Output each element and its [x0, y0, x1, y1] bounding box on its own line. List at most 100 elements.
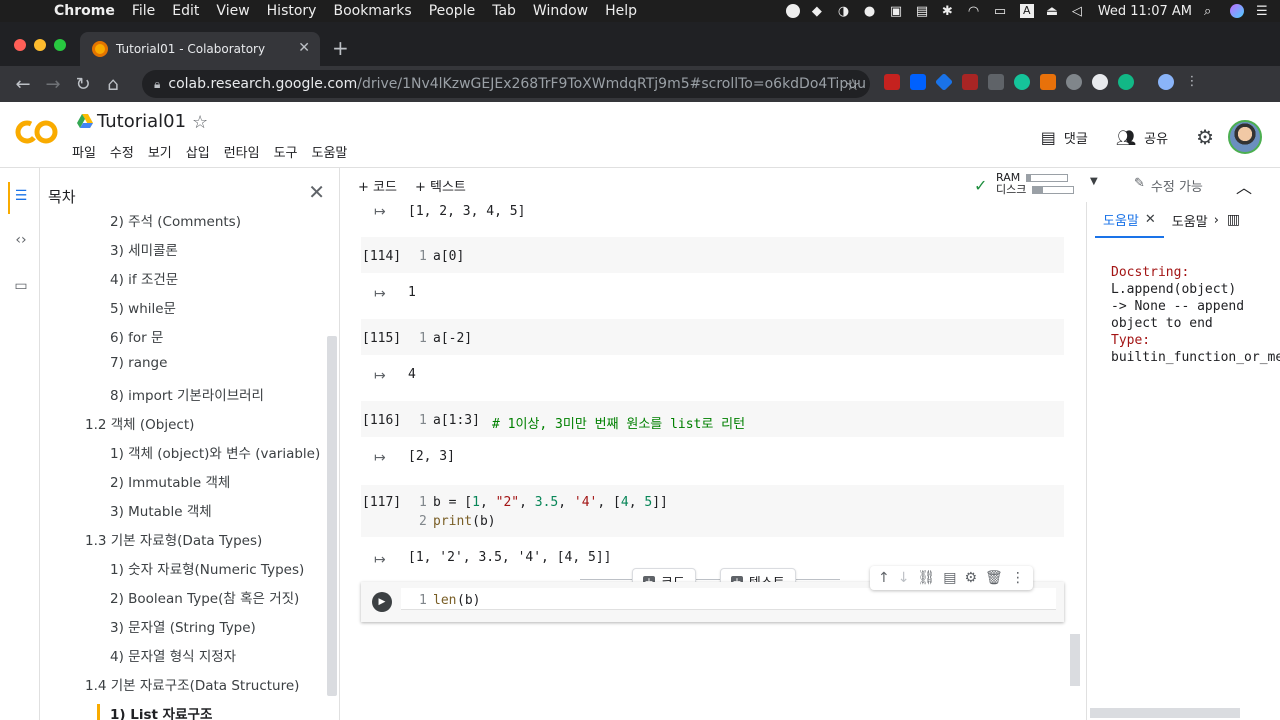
- secure-lock-icon[interactable]: 🔒︎: [154, 77, 160, 92]
- toc-item[interactable]: 4) if 조건문: [110, 268, 178, 288]
- collapse-header-icon[interactable]: ︿: [1236, 174, 1252, 198]
- menu-file-ko[interactable]: 파일: [72, 142, 96, 161]
- notification-center-icon[interactable]: ☰: [1256, 4, 1270, 19]
- toc-item[interactable]: 1) 숫자 자료형(Numeric Types): [110, 558, 304, 578]
- toc-item[interactable]: 3) 문자열 (String Type): [110, 616, 256, 636]
- extension-blue-icon[interactable]: [934, 72, 954, 92]
- notebook-title[interactable]: Tutorial01: [97, 111, 186, 132]
- spotlight-icon[interactable]: ⌕: [1204, 4, 1218, 19]
- toc-item[interactable]: 2) Immutable 객체: [110, 471, 230, 491]
- cell-code[interactable]: a[0]: [433, 249, 464, 264]
- menu-view[interactable]: View: [216, 3, 249, 19]
- menu-help-ko[interactable]: 도움말: [312, 142, 348, 161]
- cell-code-fn[interactable]: len: [433, 593, 456, 608]
- toc-section[interactable]: 1.3 기본 자료형(Data Types): [85, 529, 262, 549]
- star-icon[interactable]: ☆: [192, 112, 208, 133]
- toc-item[interactable]: 8) import 기본라이브러리: [110, 384, 264, 404]
- resources-dropdown-icon[interactable]: ▼: [1090, 176, 1098, 187]
- cell-code[interactable]: a[1:3]: [433, 413, 480, 428]
- move-up-icon[interactable]: ↑: [878, 570, 890, 586]
- toc-list-icon[interactable]: ☰: [12, 188, 30, 206]
- menu-tools-ko[interactable]: 도구: [274, 142, 298, 161]
- menu-view-ko[interactable]: 보기: [148, 142, 172, 161]
- toc-item[interactable]: 3) Mutable 객체: [110, 500, 212, 520]
- toc-item[interactable]: 3) 세미콜론: [110, 239, 178, 259]
- tab-close-icon[interactable]: ✕: [298, 40, 310, 56]
- run-cell-button[interactable]: ▶: [372, 592, 392, 612]
- share-button[interactable]: 👥︎ 공유: [1116, 128, 1168, 147]
- notification-icon[interactable]: ●: [864, 4, 878, 19]
- profile-avatar-icon[interactable]: [1158, 74, 1174, 90]
- more-options-icon[interactable]: ⋮: [1011, 570, 1025, 586]
- extension-dropbox-icon[interactable]: [910, 74, 926, 90]
- record-icon[interactable]: [785, 4, 800, 18]
- eject-icon[interactable]: ⏏: [1046, 4, 1060, 19]
- code-cell[interactable]: [361, 237, 1064, 273]
- toc-item[interactable]: 4) 문자열 형식 지정자: [110, 645, 236, 665]
- tab-scroll-right-icon[interactable]: ›: [1214, 213, 1219, 228]
- volume-icon[interactable]: ◁: [1072, 4, 1086, 19]
- code-snippets-icon[interactable]: ‹›: [12, 232, 30, 250]
- editing-mode-button[interactable]: ✎ 수정 가능: [1134, 176, 1203, 195]
- extension-green-icon[interactable]: [1118, 74, 1134, 90]
- image-capture-icon[interactable]: ▣: [890, 4, 904, 19]
- menu-people[interactable]: People: [429, 3, 476, 19]
- siri-icon[interactable]: [1230, 4, 1244, 18]
- toc-item[interactable]: 2) 주석 (Comments): [110, 210, 241, 230]
- tab-help[interactable]: 도움말 ›: [1164, 202, 1227, 238]
- extension-screenshot-icon[interactable]: [962, 74, 978, 90]
- toc-item[interactable]: 2) Boolean Type(참 혹은 거짓): [110, 587, 299, 607]
- menu-edit[interactable]: Edit: [172, 3, 199, 19]
- resource-monitor[interactable]: RAM 디스크: [996, 172, 1075, 196]
- menu-history[interactable]: History: [267, 3, 317, 19]
- comment-icon[interactable]: ▤: [943, 570, 956, 586]
- window-close-button[interactable]: [14, 39, 26, 51]
- chrome-menu-icon[interactable]: ⋮: [1184, 74, 1200, 90]
- extension-orange-icon[interactable]: [1040, 74, 1056, 90]
- sync-icon[interactable]: ◑: [838, 4, 852, 19]
- input-source-icon[interactable]: A: [1019, 4, 1034, 18]
- menu-runtime-ko[interactable]: 런타임: [224, 142, 260, 161]
- airplay-icon[interactable]: ▭: [994, 4, 1008, 19]
- files-folder-icon[interactable]: ▭: [12, 278, 30, 296]
- toc-item[interactable]: 1) 객체 (object)와 변수 (variable): [110, 442, 320, 462]
- reload-icon[interactable]: ↻: [68, 74, 98, 95]
- comment-button[interactable]: ▤ 댓글: [1041, 128, 1088, 147]
- settings-gear-icon[interactable]: ⚙: [1196, 125, 1214, 149]
- bluetooth-icon[interactable]: ✱: [942, 4, 956, 19]
- cell-code[interactable]: a[-2]: [433, 331, 472, 346]
- toc-scrollbar[interactable]: [327, 336, 337, 696]
- menu-insert-ko[interactable]: 삽입: [186, 142, 210, 161]
- move-down-icon[interactable]: ↓: [898, 570, 910, 586]
- tab-help-active[interactable]: 도움말 ✕: [1095, 202, 1164, 238]
- cell-code-args[interactable]: (b): [457, 593, 480, 608]
- menu-app-name[interactable]: Chrome: [54, 3, 115, 19]
- delete-trash-icon[interactable]: 🗑︎: [985, 570, 1003, 586]
- home-icon[interactable]: ⌂: [98, 74, 128, 95]
- menu-tab[interactable]: Tab: [492, 3, 516, 19]
- toc-item-active[interactable]: 1) List 자료구조: [110, 703, 212, 720]
- browser-tab[interactable]: Tutorial01 - Colaboratory ✕: [80, 32, 320, 66]
- url-bar[interactable]: 🔒︎ colab.research.google.com /drive/1Nv4…: [142, 70, 870, 98]
- cell-code-line2[interactable]: print(b): [433, 514, 496, 529]
- user-avatar[interactable]: [1228, 120, 1262, 154]
- toc-section[interactable]: 1.2 객체 (Object): [85, 413, 194, 433]
- lock-icon[interactable]: ▤: [916, 4, 930, 19]
- extension-record-icon[interactable]: [1092, 74, 1108, 90]
- back-icon[interactable]: ←: [8, 74, 38, 95]
- cell-settings-gear-icon[interactable]: ⚙: [964, 570, 977, 586]
- add-code-button[interactable]: + 코드: [358, 176, 397, 195]
- window-zoom-button[interactable]: [54, 39, 66, 51]
- menu-bookmarks[interactable]: Bookmarks: [333, 3, 411, 19]
- add-text-button[interactable]: + 텍스트: [415, 176, 466, 195]
- code-cell[interactable]: [361, 485, 1064, 537]
- forward-icon[interactable]: →: [38, 74, 68, 95]
- extension-bulb-icon[interactable]: [1066, 74, 1082, 90]
- cell-editor[interactable]: [401, 588, 1056, 610]
- toc-section[interactable]: 1.4 기본 자료구조(Data Structure): [85, 674, 299, 694]
- help-tab-close-icon[interactable]: ✕: [1145, 212, 1156, 227]
- colab-logo-icon[interactable]: [15, 118, 59, 146]
- cell-code-line1[interactable]: b = [1, "2", 3.5, '4', [4, 5]]: [433, 495, 668, 510]
- dropbox-icon[interactable]: ◆: [812, 4, 826, 19]
- toc-item[interactable]: 5) while문: [110, 297, 176, 317]
